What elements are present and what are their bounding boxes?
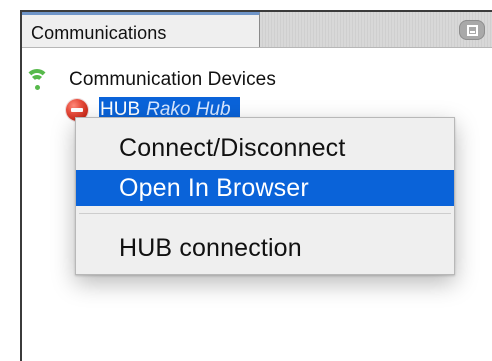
communications-tab-label: Communications [31, 23, 167, 43]
minimize-icon [466, 24, 478, 36]
communications-tab[interactable]: Communications [22, 12, 260, 47]
panel-tab-strip: Communications [22, 12, 492, 48]
minimize-button[interactable] [459, 20, 485, 40]
tree-root-label: Communication Devices [69, 68, 276, 90]
menu-item-open-in-browser[interactable]: Open In Browser [76, 170, 454, 206]
tree-item-communication-devices[interactable]: Communication Devices [22, 66, 276, 94]
application-window: Communications Communication Devices HUB [0, 0, 492, 361]
context-menu: Connect/Disconnect Open In Browser HUB c… [75, 117, 455, 275]
menu-item-connect-disconnect[interactable]: Connect/Disconnect [76, 130, 454, 166]
wifi-icon [23, 67, 51, 93]
menu-separator [79, 213, 451, 214]
menu-item-hub-connection[interactable]: HUB connection [76, 230, 454, 266]
